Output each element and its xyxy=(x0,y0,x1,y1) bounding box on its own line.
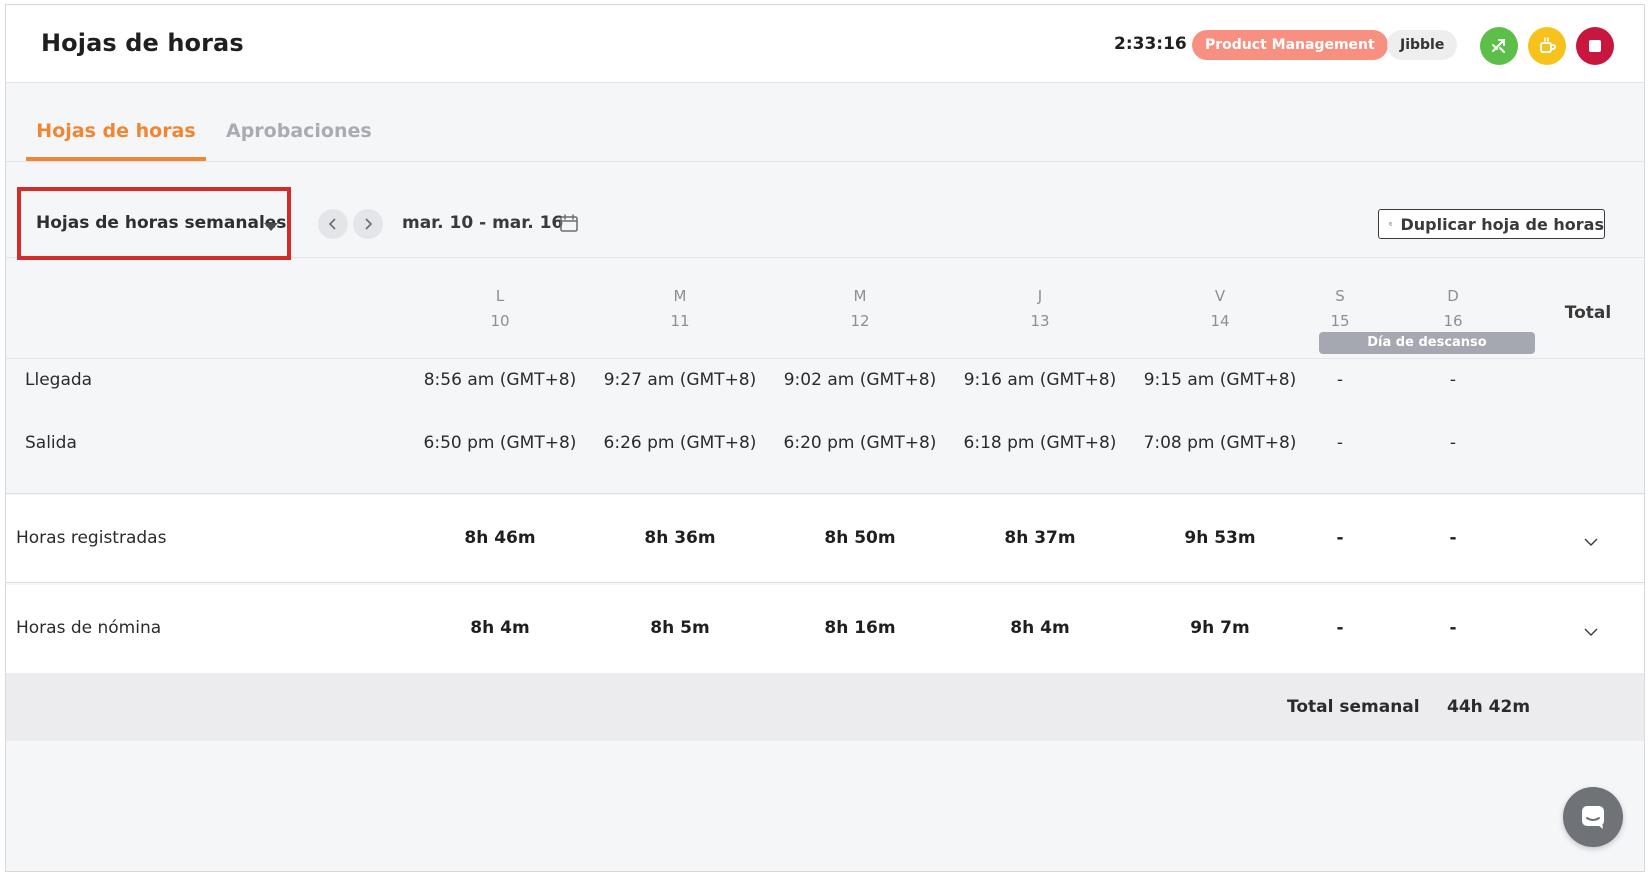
stop-timer-button[interactable] xyxy=(1576,27,1614,65)
arrival-time[interactable]: 9:16 am (GMT+8) xyxy=(955,370,1125,390)
duplicate-timesheet-label: Duplicar hoja de horas xyxy=(1400,214,1604,234)
tracked-hours-label: Horas registradas xyxy=(16,528,167,548)
next-week-button[interactable] xyxy=(353,209,383,239)
departure-time[interactable]: 6:20 pm (GMT+8) xyxy=(775,433,945,453)
day-letter: V xyxy=(1214,287,1226,305)
caret-down-icon xyxy=(264,223,278,231)
payroll-hours-row[interactable]: Horas de nómina 8h 4m 8h 5m 8h 16m 8h 4m… xyxy=(6,585,1644,673)
day-number: 11 xyxy=(670,312,690,330)
view-type-dropdown[interactable]: Hojas de horas semanales xyxy=(17,187,291,260)
day-number: 12 xyxy=(850,312,870,330)
tab-timesheets[interactable]: Hojas de horas xyxy=(26,83,206,161)
previous-week-button[interactable] xyxy=(318,209,348,239)
day-letter: L xyxy=(495,287,505,305)
arrival-time[interactable]: 9:15 am (GMT+8) xyxy=(1135,370,1305,390)
arrival-time[interactable]: 9:02 am (GMT+8) xyxy=(775,370,945,390)
day-letter: D xyxy=(1447,287,1459,305)
duplicate-timesheet-button[interactable]: Duplicar hoja de horas xyxy=(1378,209,1605,239)
running-timer: 2:33:16 xyxy=(1114,34,1187,54)
day-letter: M xyxy=(853,287,867,305)
payroll-hours-cell: - xyxy=(1449,618,1457,638)
payroll-hours-cell: 8h 5m xyxy=(650,618,710,638)
day-number: 16 xyxy=(1443,312,1463,330)
payroll-hours-cell: 8h 4m xyxy=(1010,618,1070,638)
take-break-button[interactable] xyxy=(1528,27,1566,65)
page-title: Hojas de horas xyxy=(41,29,244,57)
departure-time[interactable]: 6:18 pm (GMT+8) xyxy=(955,433,1125,453)
tracked-hours-cell: - xyxy=(1336,528,1344,548)
day-letter: J xyxy=(1037,287,1043,305)
app-window: Hojas de horas 2:33:16 Product Managemen… xyxy=(5,4,1645,872)
weekly-total-value: 44h 42m xyxy=(1447,697,1531,717)
chevron-down-icon[interactable] xyxy=(1584,532,1598,551)
tracked-hours-cell: 8h 37m xyxy=(1004,528,1076,548)
tracked-hours-cell: 8h 36m xyxy=(644,528,716,548)
arrival-time: - xyxy=(1449,370,1457,390)
calendar-icon[interactable] xyxy=(559,213,579,237)
payroll-hours-cell: - xyxy=(1336,618,1344,638)
view-type-label: Hojas de horas semanales xyxy=(36,213,287,233)
tracked-hours-cell: 9h 53m xyxy=(1184,528,1256,548)
clock-times-section: Llegada 8:56 am (GMT+8) 9:27 am (GMT+8) … xyxy=(6,360,1644,494)
switch-activity-button[interactable] xyxy=(1480,27,1518,65)
payroll-hours-cell: 8h 16m xyxy=(824,618,896,638)
day-number: 15 xyxy=(1330,312,1350,330)
chevron-down-icon[interactable] xyxy=(1584,622,1598,641)
weekly-total-bar: Total semanal 44h 42m xyxy=(6,673,1644,741)
day-number: 14 xyxy=(1210,312,1230,330)
top-bar: Hojas de horas 2:33:16 Product Managemen… xyxy=(6,5,1644,83)
payroll-hours-cell: 9h 7m xyxy=(1190,618,1250,638)
arrival-time: - xyxy=(1336,370,1344,390)
payroll-hours-cell: 8h 4m xyxy=(470,618,530,638)
day-number: 13 xyxy=(1030,312,1050,330)
day-column-headers: L M M J V S D 10 11 12 13 14 15 16 Total… xyxy=(6,259,1644,359)
project-badge[interactable]: Product Management xyxy=(1192,30,1388,60)
tab-approvals[interactable]: Aprobaciones xyxy=(226,83,372,161)
departure-time: - xyxy=(1449,433,1457,453)
date-range-label[interactable]: mar. 10 - mar. 16 xyxy=(402,213,563,233)
chat-icon xyxy=(1582,806,1604,829)
total-column-header: Total xyxy=(1564,303,1612,323)
chat-support-button[interactable] xyxy=(1563,787,1623,847)
departure-time: - xyxy=(1336,433,1344,453)
copy-icon xyxy=(1389,222,1393,226)
switch-icon xyxy=(1492,39,1505,53)
departure-time[interactable]: 6:26 pm (GMT+8) xyxy=(595,433,765,453)
tab-bar: Hojas de horas Aprobaciones xyxy=(6,83,1644,162)
arrival-time[interactable]: 8:56 am (GMT+8) xyxy=(415,370,585,390)
organization-badge[interactable]: Jibble xyxy=(1387,30,1458,60)
tracked-hours-cell: - xyxy=(1449,528,1457,548)
weekly-total-label: Total semanal xyxy=(1287,697,1420,717)
coffee-break-icon xyxy=(1540,37,1556,53)
chevron-left-icon xyxy=(328,218,336,230)
departure-time[interactable]: 7:08 pm (GMT+8) xyxy=(1135,433,1305,453)
tracked-hours-cell: 8h 46m xyxy=(464,528,536,548)
arrival-time[interactable]: 9:27 am (GMT+8) xyxy=(595,370,765,390)
tracked-hours-row[interactable]: Horas registradas 8h 46m 8h 36m 8h 50m 8… xyxy=(6,495,1644,583)
rest-day-badge: Día de descanso xyxy=(1319,332,1535,354)
departure-row-label: Salida xyxy=(25,433,77,453)
departure-time[interactable]: 6:50 pm (GMT+8) xyxy=(415,433,585,453)
stop-icon xyxy=(1589,40,1601,52)
tracked-hours-cell: 8h 50m xyxy=(824,528,896,548)
day-letter: M xyxy=(673,287,687,305)
arrival-row-label: Llegada xyxy=(25,370,93,390)
chevron-right-icon xyxy=(365,218,373,230)
timesheet-toolbar: Hojas de horas semanales mar. 10 - mar. … xyxy=(6,163,1644,260)
day-letter: S xyxy=(1335,287,1345,305)
day-number: 10 xyxy=(490,312,510,330)
payroll-hours-label: Horas de nómina xyxy=(16,618,162,638)
